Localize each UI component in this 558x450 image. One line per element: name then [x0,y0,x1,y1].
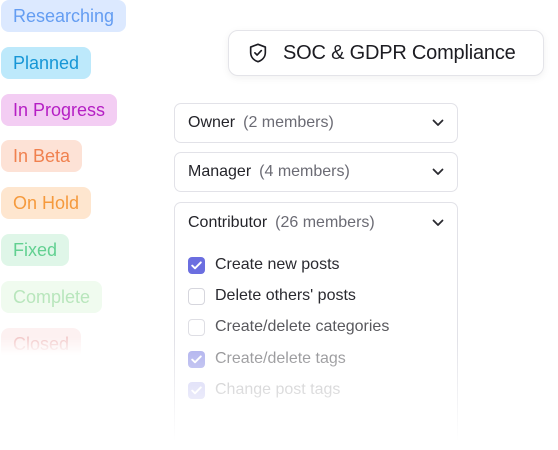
status-badge-complete[interactable]: Complete [1,281,103,313]
shield-check-icon [247,42,269,64]
status-badge-list: Researching Planned In Progress In Beta … [0,0,160,450]
permission-label: Create new posts [215,256,340,273]
status-badge-in-progress[interactable]: In Progress [1,94,118,126]
permission-row[interactable]: Change post tags [188,380,340,400]
permission-label: Change post tags [215,381,341,398]
permission-row[interactable]: Create new posts [188,255,340,275]
chevron-down-icon [432,119,444,127]
checkbox-unchecked[interactable] [188,318,205,336]
permission-row[interactable]: Delete others' posts [188,286,356,306]
member-count: (4 members) [259,163,350,180]
member-count: (26 members) [275,214,375,231]
compliance-label: SOC & GDPR Compliance [283,41,516,64]
status-badge-closed[interactable]: Closed [1,328,82,360]
status-badge-fixed[interactable]: Fixed [1,234,70,266]
permission-row[interactable]: Create/delete tags [188,349,346,369]
chevron-down-icon [432,168,444,176]
role-name: Contributor [188,214,268,231]
permission-row[interactable]: Create/delete categories [188,317,389,337]
role-dropdown-owner[interactable]: Owner (2 members) [174,103,458,143]
status-badge-researching[interactable]: Researching [1,0,127,32]
permission-label: Delete others' posts [215,287,356,304]
role-name: Manager [188,163,252,180]
permission-label: Create/delete categories [215,318,390,335]
role-panel-contributor: Contributor (26 members) Create new post… [174,202,458,450]
chevron-down-icon [432,219,444,227]
status-badge-in-beta[interactable]: In Beta [1,140,83,172]
role-dropdown-manager[interactable]: Manager (4 members) [174,152,458,192]
checkbox-checked[interactable] [188,350,205,368]
status-badge-on-hold[interactable]: On Hold [1,187,92,219]
status-badge-planned[interactable]: Planned [1,47,92,79]
checkbox-unchecked[interactable] [188,287,205,305]
checkbox-checked[interactable] [188,256,205,274]
compliance-badge: SOC & GDPR Compliance [228,30,544,76]
role-name: Owner [188,114,236,131]
role-dropdown-contributor[interactable]: Contributor (26 members) [175,203,457,243]
checkbox-checked[interactable] [188,381,205,399]
permission-label: Create/delete tags [215,350,346,367]
member-count: (2 members) [243,114,334,131]
